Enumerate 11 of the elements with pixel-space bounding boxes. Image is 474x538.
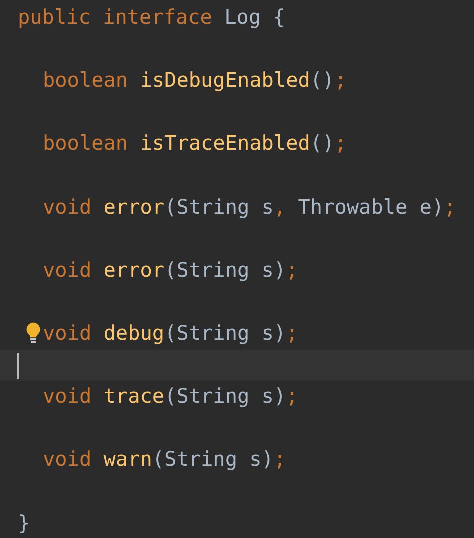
code-line: void warn(String s); [43, 446, 286, 474]
code-line: void debug(String s); [43, 320, 298, 347]
code-line: void error(String s, Throwable e); [43, 194, 456, 221]
code-line: void trace(String s); [43, 383, 298, 410]
code-line: void error(String s); [43, 256, 298, 284]
code-line: boolean isDebugEnabled(); [43, 67, 347, 94]
text-caret [17, 352, 19, 379]
code-line: public interface Log { [18, 4, 286, 31]
code-line: } [18, 510, 30, 536]
code-line: boolean isTraceEnabled(); [43, 130, 347, 158]
lightbulb-icon[interactable] [25, 320, 42, 345]
